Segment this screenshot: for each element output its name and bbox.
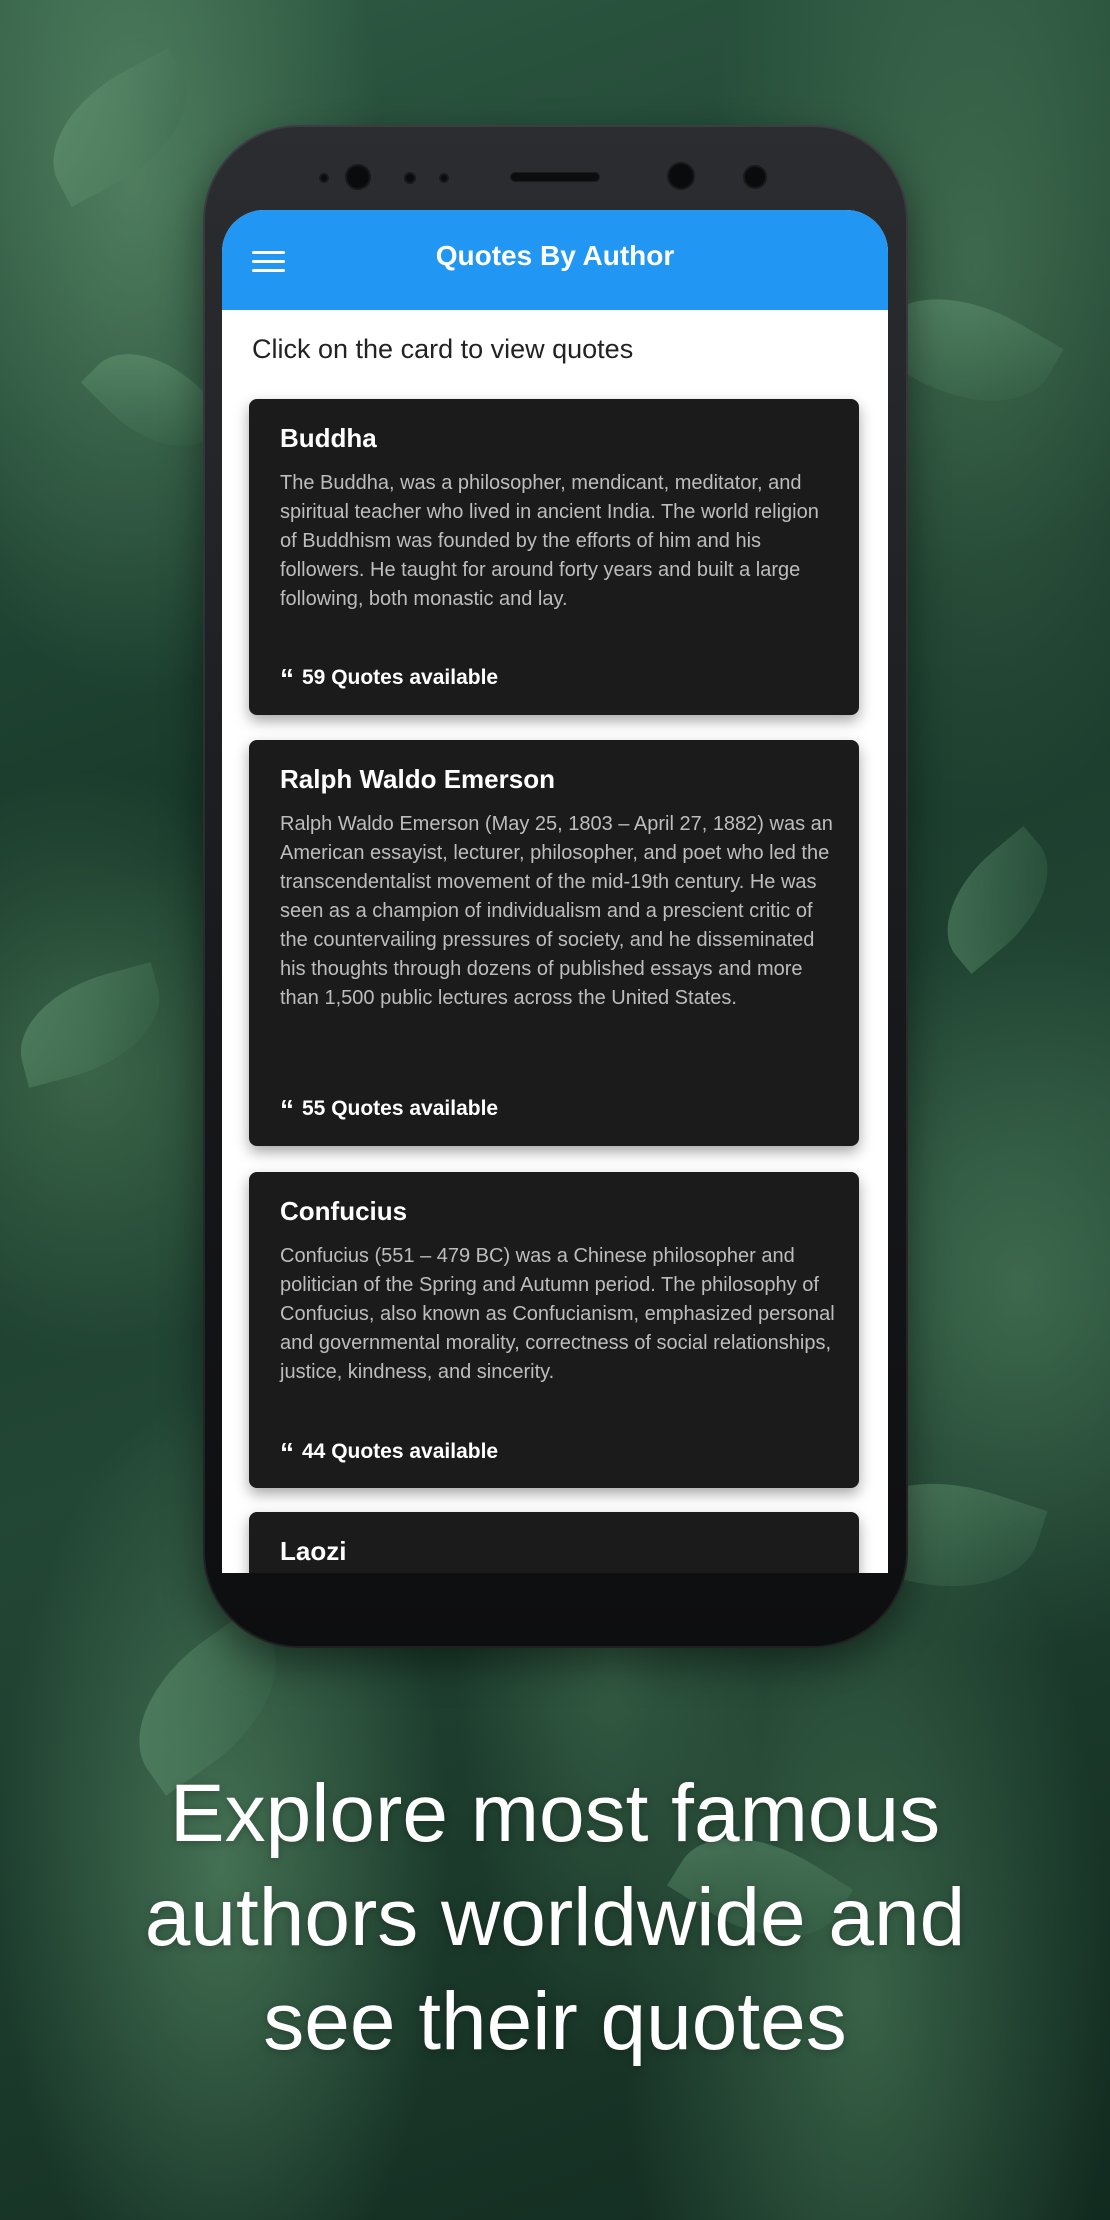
author-description: The Buddha, was a philosopher, mendicant… <box>280 472 819 610</box>
phone-screen: Quotes By Author Click on the card to vi… <box>222 210 888 1573</box>
quote-icon: “ <box>280 1094 294 1125</box>
sensor-dot-icon <box>319 173 329 183</box>
app-bar: Quotes By Author <box>222 210 888 310</box>
author-card-confucius[interactable]: Confucius Confucius (551 – 479 BC) was a… <box>249 1172 859 1488</box>
app-title: Quotes By Author <box>435 240 675 271</box>
promo-line-3: see their quotes <box>263 1976 847 2067</box>
author-description: Ralph Waldo Emerson (May 25, 1803 – Apri… <box>280 813 833 1009</box>
quote-count: 59 Quotes available <box>302 665 499 689</box>
quote-count-row: “ 44 Quotes available <box>280 1437 499 1468</box>
author-name: Buddha <box>280 423 377 453</box>
quote-icon: “ <box>280 663 294 694</box>
author-name: Confucius <box>280 1196 408 1226</box>
quote-count-row: “ 55 Quotes available <box>280 1094 499 1125</box>
sensor-dot-icon <box>404 172 416 184</box>
secondary-camera-icon <box>667 162 695 190</box>
promo-line-2: authors worldwide and <box>144 1872 966 1963</box>
author-name: Ralph Waldo Emerson <box>280 764 555 794</box>
author-card-laozi[interactable]: Laozi <box>249 1512 859 1573</box>
quote-count-row: “ 59 Quotes available <box>280 663 499 694</box>
quote-count: 44 Quotes available <box>302 1439 499 1463</box>
author-card-ralph-waldo-emerson[interactable]: Ralph Waldo Emerson Ralph Waldo Emerson … <box>249 740 859 1146</box>
sensor-dot-icon <box>439 173 449 183</box>
author-card-buddha[interactable]: Buddha The Buddha, was a philosopher, me… <box>249 399 859 715</box>
instruction-text: Click on the card to view quotes <box>252 334 634 364</box>
front-camera-icon <box>345 164 371 190</box>
speaker-grille <box>510 172 600 182</box>
author-description: Confucius (551 – 479 BC) was a Chinese p… <box>280 1245 835 1383</box>
proximity-sensor-icon <box>743 165 767 189</box>
author-list: Click on the card to view quotes Buddha … <box>222 310 888 1573</box>
quote-count: 55 Quotes available <box>302 1096 499 1120</box>
quote-icon: “ <box>280 1437 294 1468</box>
promo-line-1: Explore most famous <box>169 1768 941 1859</box>
author-name: Laozi <box>280 1536 347 1566</box>
promo-caption: Explore most famous authors worldwide an… <box>0 1762 1110 2074</box>
